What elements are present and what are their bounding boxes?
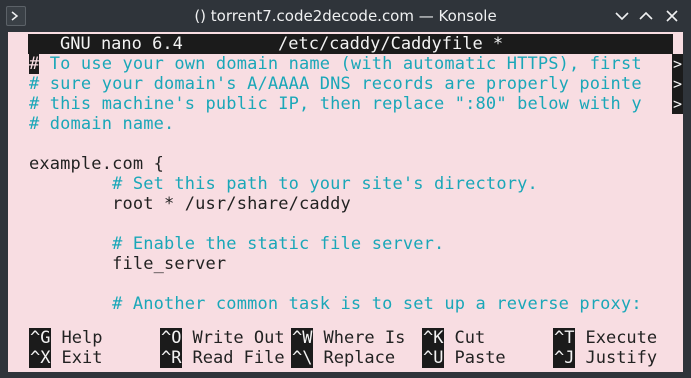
shortcut-help: ^G Help bbox=[29, 328, 102, 348]
shortcut-key: ^J bbox=[553, 348, 576, 368]
shortcut-exit: ^X Exit bbox=[29, 348, 102, 368]
shortcut-key: ^G bbox=[29, 328, 52, 348]
shortcut-key: ^K bbox=[422, 328, 445, 348]
shortcut-execute: ^T Execute bbox=[553, 328, 657, 348]
editor-line-text: To use your own domain name (with automa… bbox=[39, 54, 642, 74]
editor-line-text: # Another common task is to set up a rev… bbox=[29, 294, 642, 314]
shortcut-key: ^X bbox=[29, 348, 52, 368]
shortcut-write-out: ^O Write Out bbox=[160, 328, 285, 348]
editor-line-text: # Set this path to your site's directory… bbox=[29, 174, 538, 194]
editor-line-text: # sure your domain's A/AAAA DNS records … bbox=[29, 74, 642, 94]
shortcut-read-file: ^R Read File bbox=[160, 348, 285, 368]
shortcut-label: Help bbox=[61, 328, 103, 348]
line-overflow-marker: > bbox=[672, 94, 683, 114]
nano-filename: /etc/caddy/Caddyfile * bbox=[278, 34, 504, 54]
editor-line[interactable]: # To use your own domain name (with auto… bbox=[29, 54, 642, 74]
shortcut-label: Cut bbox=[454, 328, 486, 348]
shortcut-key: ^U bbox=[422, 348, 445, 368]
chevron-down-icon bbox=[615, 12, 629, 21]
shortcut-where-is: ^W Where Is bbox=[291, 328, 405, 348]
editor-line-text: example.com { bbox=[29, 154, 165, 174]
window-frame-right bbox=[683, 32, 691, 378]
text-cursor: # bbox=[29, 54, 40, 74]
editor-line[interactable]: # sure your domain's A/AAAA DNS records … bbox=[29, 74, 642, 94]
shortcut-cut: ^K Cut bbox=[422, 328, 485, 348]
chevron-up-icon bbox=[639, 11, 653, 20]
nano-version: GNU nano 6.4 bbox=[60, 34, 183, 54]
shortcut-label: Where Is bbox=[323, 328, 406, 348]
shortcut-key: ^T bbox=[553, 328, 576, 348]
shortcut-paste: ^U Paste bbox=[422, 348, 506, 368]
nano-header: GNU nano 6.4 /etc/caddy/Caddyfile * bbox=[28, 34, 673, 54]
editor-line[interactable]: # this machine's public IP, then replace… bbox=[29, 94, 642, 114]
editor-line[interactable]: # Set this path to your site's directory… bbox=[29, 174, 538, 194]
shortcut-key: ^\ bbox=[291, 348, 314, 368]
close-icon bbox=[666, 10, 678, 22]
editor-line[interactable]: file_server bbox=[29, 254, 226, 274]
line-overflow-marker: > bbox=[672, 54, 683, 74]
shortcut-label: Justify bbox=[585, 348, 658, 368]
window-frame-bottom bbox=[0, 372, 691, 378]
shortcut-key: ^O bbox=[160, 328, 183, 348]
terminal-view[interactable]: GNU nano 6.4 /etc/caddy/Caddyfile * # To… bbox=[8, 32, 683, 372]
editor-line-text: # this machine's public IP, then replace… bbox=[29, 94, 642, 114]
editor-line-text: # domain name. bbox=[29, 114, 175, 134]
close-button[interactable] bbox=[662, 6, 682, 26]
editor-line[interactable]: # domain name. bbox=[29, 114, 174, 134]
shortcut-key: ^R bbox=[160, 348, 183, 368]
window-frame-left bbox=[0, 32, 8, 378]
window-title: () torrent7.code2decode.com — Konsole bbox=[194, 7, 497, 25]
shortcut-label: Execute bbox=[585, 328, 658, 348]
editor-line-text: # Enable the static file server. bbox=[29, 234, 445, 254]
shortcut-replace: ^\ Replace bbox=[291, 348, 395, 368]
shortcut-label: Read File bbox=[192, 348, 285, 368]
shortcut-key: ^W bbox=[291, 328, 314, 348]
shortcut-label: Write Out bbox=[192, 328, 285, 348]
shortcut-label: Paste bbox=[454, 348, 506, 368]
shortcut-justify: ^J Justify bbox=[553, 348, 657, 368]
konsole-window: () torrent7.code2decode.com — Konsole GN… bbox=[0, 0, 691, 378]
title-bar[interactable]: () torrent7.code2decode.com — Konsole bbox=[0, 0, 691, 33]
editor-line-text: file_server bbox=[29, 254, 227, 274]
maximize-button[interactable] bbox=[636, 6, 656, 26]
shortcut-label: Exit bbox=[61, 348, 103, 368]
editor-line-text: root * /usr/share/caddy bbox=[29, 194, 351, 214]
editor-line[interactable]: root * /usr/share/caddy bbox=[29, 194, 351, 214]
editor-line[interactable]: # Another common task is to set up a rev… bbox=[29, 294, 642, 314]
shortcut-label: Replace bbox=[323, 348, 396, 368]
line-overflow-marker: > bbox=[672, 74, 683, 94]
minimize-button[interactable] bbox=[612, 6, 632, 26]
editor-line[interactable]: # Enable the static file server. bbox=[29, 234, 444, 254]
editor-line[interactable]: example.com { bbox=[29, 154, 164, 174]
